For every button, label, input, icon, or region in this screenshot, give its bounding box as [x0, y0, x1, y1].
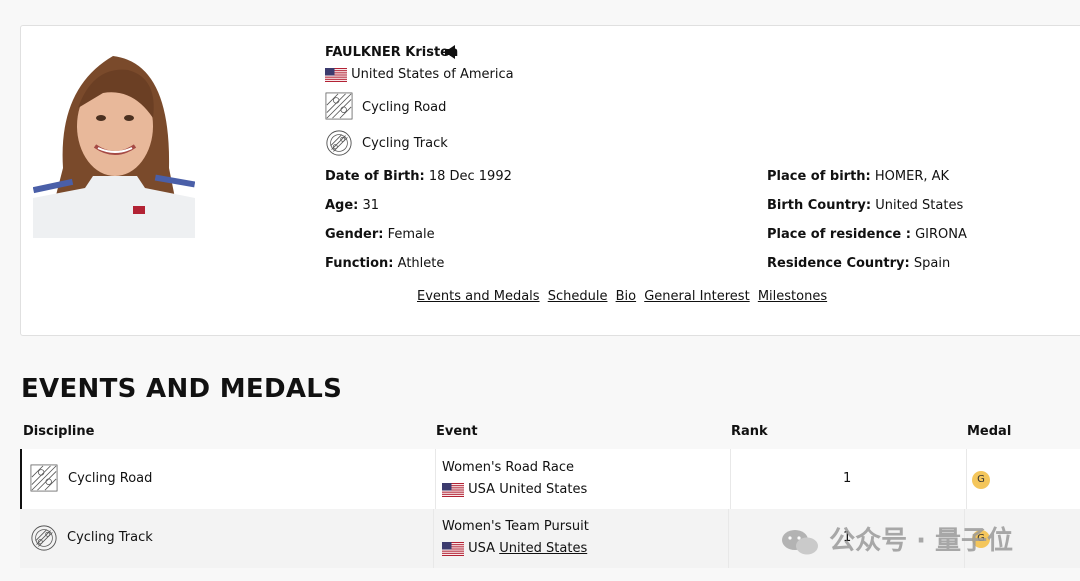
row2-noc: USA: [468, 541, 496, 556]
residence-value: GIRONA: [915, 227, 967, 242]
gender-row: Gender: Female: [325, 227, 435, 242]
birthplace-label: Place of birth:: [767, 169, 871, 184]
athlete-country: United States of America: [325, 67, 514, 82]
dob-row: Date of Birth: 18 Dec 1992: [325, 169, 512, 184]
age-row: Age: 31: [325, 198, 379, 213]
row1-rank: 1: [843, 471, 852, 486]
birth-country-value: United States: [875, 198, 964, 213]
row1-noc: USA: [468, 482, 496, 497]
birthplace-row: Place of birth: HOMER, AK: [767, 169, 949, 184]
row1-event: Women's Road Race: [442, 460, 575, 475]
birth-country-label: Birth Country:: [767, 198, 872, 213]
cycling-road-icon: [30, 464, 58, 492]
residence-country-row: Residence Country: Spain: [767, 256, 950, 271]
cycling-track-icon: [30, 524, 58, 552]
us-flag-icon: [325, 68, 347, 82]
birth-country-row: Birth Country: United States: [767, 198, 963, 213]
dob-label: Date of Birth:: [325, 169, 425, 184]
section-title: EVENTS AND MEDALS: [21, 374, 343, 404]
gender-label: Gender:: [325, 227, 384, 242]
row1-discipline: Cycling Road: [68, 471, 153, 486]
watermark-text: 公众号 · 量子位: [829, 526, 1014, 556]
gold-medal-icon: G: [972, 471, 990, 489]
us-flag-icon: [442, 483, 464, 497]
watermark: 公众号 · 量子位: [780, 520, 1013, 557]
row1-team-name: United States: [499, 482, 588, 497]
country-label: United States of America: [351, 67, 514, 82]
link-milestones[interactable]: Milestones: [758, 289, 827, 304]
age-label: Age:: [325, 198, 359, 213]
col-event: Event: [436, 424, 478, 439]
cycling-track-icon: [325, 129, 353, 157]
col-medal: Medal: [967, 424, 1012, 439]
residence-country-label: Residence Country:: [767, 256, 910, 271]
gender-value: Female: [387, 227, 435, 242]
dob-value: 18 Dec 1992: [428, 169, 512, 184]
link-events-medals[interactable]: Events and Medals: [417, 289, 540, 304]
link-general-interest[interactable]: General Interest: [644, 289, 749, 304]
row2-discipline: Cycling Track: [67, 530, 153, 545]
row2-team-link[interactable]: United States: [499, 541, 587, 556]
link-schedule[interactable]: Schedule: [548, 289, 608, 304]
discipline-road-label: Cycling Road: [362, 100, 447, 115]
row2-team: USA United States: [442, 541, 587, 556]
cycling-road-icon: [325, 92, 353, 120]
speaker-icon[interactable]: [444, 44, 458, 60]
profile-links: Events and Medals Schedule Bio General I…: [417, 289, 831, 304]
function-label: Function:: [325, 256, 394, 271]
row2-event: Women's Team Pursuit: [442, 519, 589, 534]
athlete-photo: [33, 48, 195, 238]
function-value: Athlete: [397, 256, 445, 271]
residence-country-value: Spain: [913, 256, 951, 271]
row1-team: USA United States: [442, 482, 587, 497]
function-row: Function: Athlete: [325, 256, 444, 271]
birthplace-value: HOMER, AK: [874, 169, 950, 184]
table-row[interactable]: [20, 449, 1080, 509]
residence-label: Place of residence :: [767, 227, 911, 242]
col-discipline: Discipline: [23, 424, 95, 439]
col-rank: Rank: [731, 424, 768, 439]
us-flag-icon: [442, 542, 464, 556]
wechat-icon: [782, 529, 818, 554]
link-bio[interactable]: Bio: [616, 289, 636, 304]
athlete-name: FAULKNER Kristen: [325, 45, 459, 60]
age-value: 31: [362, 198, 380, 213]
residence-row: Place of residence : GIRONA: [767, 227, 967, 242]
discipline-track-label: Cycling Track: [362, 136, 448, 151]
